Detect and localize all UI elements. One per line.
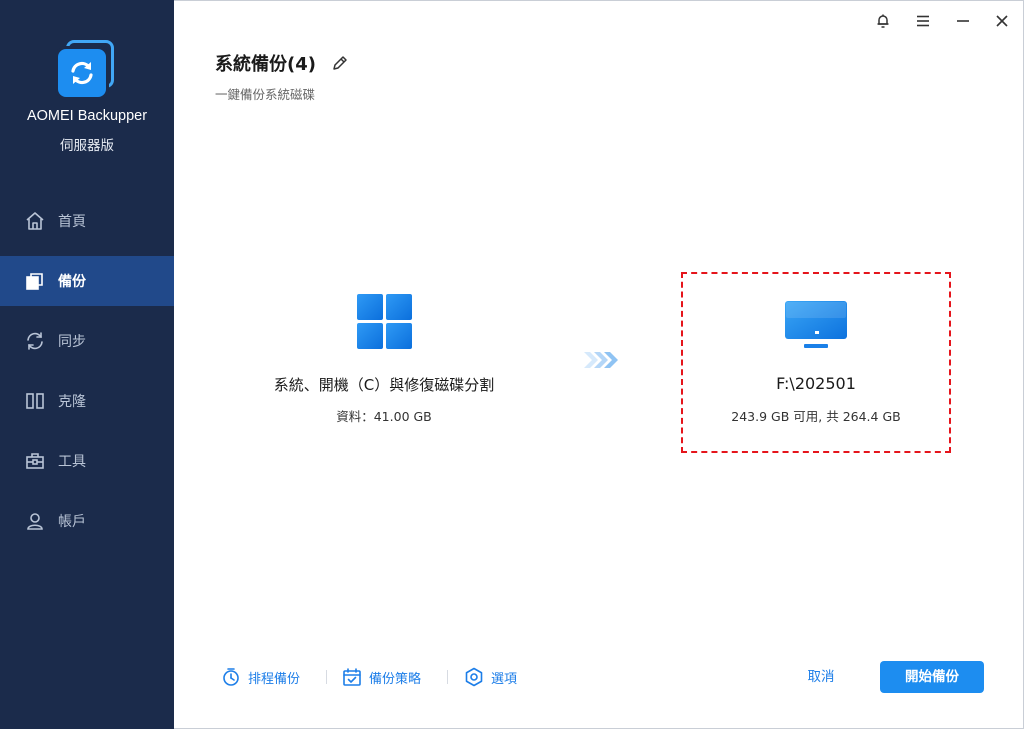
calendar-check-icon: [341, 666, 363, 688]
home-icon: [24, 210, 46, 232]
app-name: AOMEI Backupper: [26, 108, 148, 124]
close-icon[interactable]: [991, 10, 1013, 32]
backup-scheme-link[interactable]: 備份策略: [341, 666, 421, 688]
options-label: 選項: [491, 671, 518, 687]
backup-scheme-label: 備份策略: [369, 671, 422, 687]
options-link[interactable]: 選項: [463, 666, 517, 688]
double-chevron-right-icon: [584, 350, 618, 370]
clone-icon: [24, 390, 46, 412]
sidebar-item-label: 備份: [58, 274, 86, 290]
sidebar-item-tools[interactable]: 工具: [0, 436, 174, 486]
user-icon: [24, 510, 46, 532]
start-backup-button[interactable]: 開始備份: [880, 661, 984, 693]
source-name: 系統、開機（C）與修復磁碟分割: [273, 376, 495, 394]
toolbox-icon: [24, 450, 46, 472]
sync-icon: [24, 330, 46, 352]
sidebar-item-sync[interactable]: 同步: [0, 316, 174, 366]
backup-destination[interactable]: F:\202501 243.9 GB 可用, 共 264.4 GB: [681, 272, 951, 453]
page-title: 系統備份(4): [215, 54, 316, 75]
app-edition: 伺服器版: [60, 138, 114, 154]
edit-title-icon[interactable]: [331, 54, 349, 72]
sidebar-item-label: 首頁: [58, 214, 86, 230]
sidebar-item-label: 克隆: [58, 394, 86, 410]
destination-space: 243.9 GB 可用, 共 264.4 GB: [731, 409, 901, 424]
sidebar-item-home[interactable]: 首頁: [0, 196, 174, 246]
bell-icon[interactable]: [872, 10, 894, 32]
menu-icon[interactable]: [912, 10, 934, 32]
app-logo: [58, 40, 116, 98]
schedule-backup-link[interactable]: 排程備份: [220, 666, 300, 688]
footer-divider: [447, 670, 448, 684]
sidebar: AOMEI Backupper 伺服器版 首頁 備份 同步 克隆 工具 帳戶: [0, 0, 174, 729]
sidebar-item-label: 帳戶: [58, 514, 86, 530]
sync-backup-icon: [58, 49, 106, 97]
schedule-backup-label: 排程備份: [248, 671, 301, 687]
settings-hexagon-icon: [463, 666, 485, 688]
cancel-button[interactable]: 取消: [790, 666, 852, 688]
minimize-icon[interactable]: [952, 10, 974, 32]
sidebar-item-clone[interactable]: 克隆: [0, 376, 174, 426]
sidebar-item-account[interactable]: 帳戶: [0, 496, 174, 546]
sidebar-item-label: 工具: [58, 454, 86, 470]
monitor-icon: [784, 300, 848, 352]
timer-icon: [220, 666, 242, 688]
source-size: 資料：41.00 GB: [336, 409, 432, 424]
sidebar-item-backup[interactable]: 備份: [0, 256, 174, 306]
sidebar-item-label: 同步: [58, 334, 86, 350]
destination-path: F:\202501: [776, 374, 856, 393]
windows-icon: [357, 294, 412, 349]
footer-divider: [326, 670, 327, 684]
page-subtitle: 一鍵備份系統磁碟: [215, 87, 316, 102]
backup-icon: [24, 270, 46, 292]
